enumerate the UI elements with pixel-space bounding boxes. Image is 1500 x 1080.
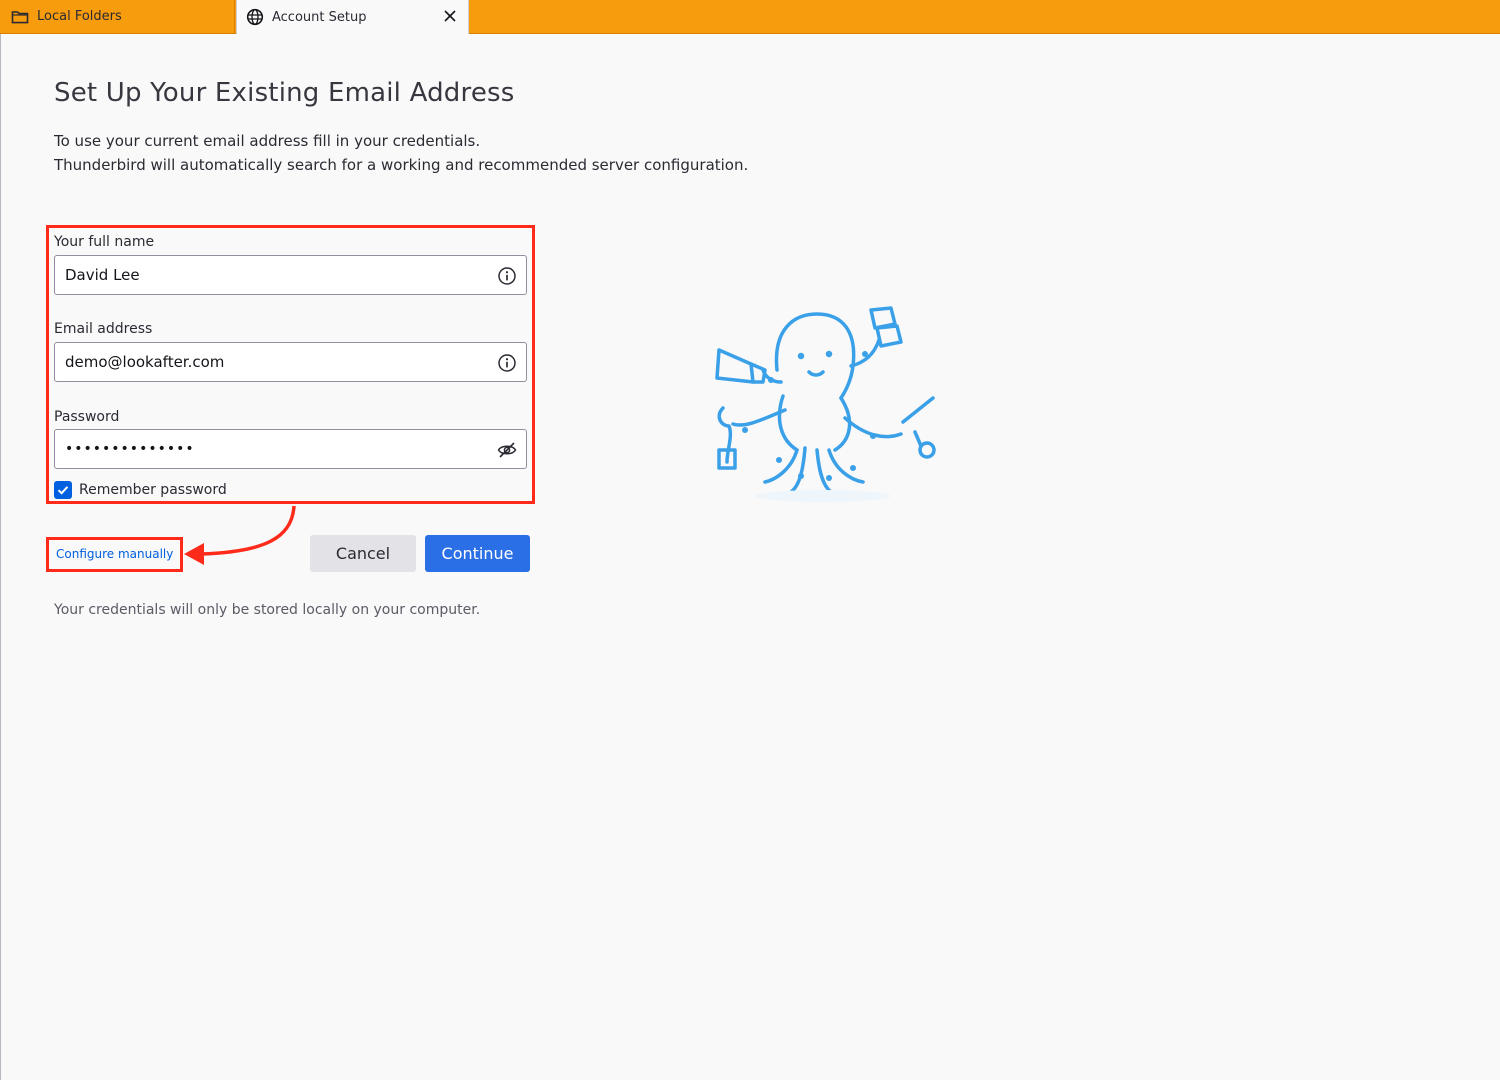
eye-slash-icon[interactable] [497, 440, 517, 460]
folder-icon [11, 8, 29, 26]
tab-account-setup[interactable]: Account Setup [236, 0, 469, 34]
tab-local-folders-label: Local Folders [37, 9, 122, 24]
globe-icon [246, 8, 264, 26]
remember-password-label: Remember password [79, 482, 227, 498]
email-value: demo@lookafter.com [65, 353, 225, 371]
close-icon[interactable] [442, 8, 458, 24]
full-name-label: Your full name [54, 234, 155, 250]
configure-manually-link[interactable]: Configure manually [56, 547, 173, 561]
credentials-note: Your credentials will only be stored loc… [54, 602, 481, 618]
description-line-2: Thunderbird will automatically search fo… [54, 156, 749, 174]
tab-account-setup-label: Account Setup [272, 9, 367, 25]
annotation-arrow [184, 505, 296, 565]
page-title: Set Up Your Existing Email Address [54, 78, 515, 108]
remember-password-row[interactable]: Remember password [54, 481, 227, 499]
remember-password-checkbox[interactable] [54, 481, 72, 499]
check-icon [57, 486, 69, 495]
email-input[interactable]: demo@lookafter.com [54, 342, 527, 382]
info-icon[interactable] [497, 266, 517, 286]
password-value: •••••••••••••• [65, 441, 195, 457]
password-input[interactable]: •••••••••••••• [54, 429, 527, 469]
octopus-mascot-illustration [715, 306, 936, 502]
window-left-border [0, 34, 1, 1080]
full-name-input[interactable]: David Lee [54, 255, 527, 295]
continue-button[interactable]: Continue [425, 535, 530, 572]
description-line-1: To use your current email address fill i… [54, 132, 481, 150]
tab-local-folders[interactable]: Local Folders [0, 0, 235, 33]
info-icon[interactable] [497, 353, 517, 373]
cancel-button[interactable]: Cancel [310, 535, 416, 572]
password-label: Password [54, 409, 120, 425]
email-label: Email address [54, 321, 153, 337]
full-name-value: David Lee [65, 266, 140, 284]
tab-bar: Local Folders Account Setup [0, 0, 1500, 34]
